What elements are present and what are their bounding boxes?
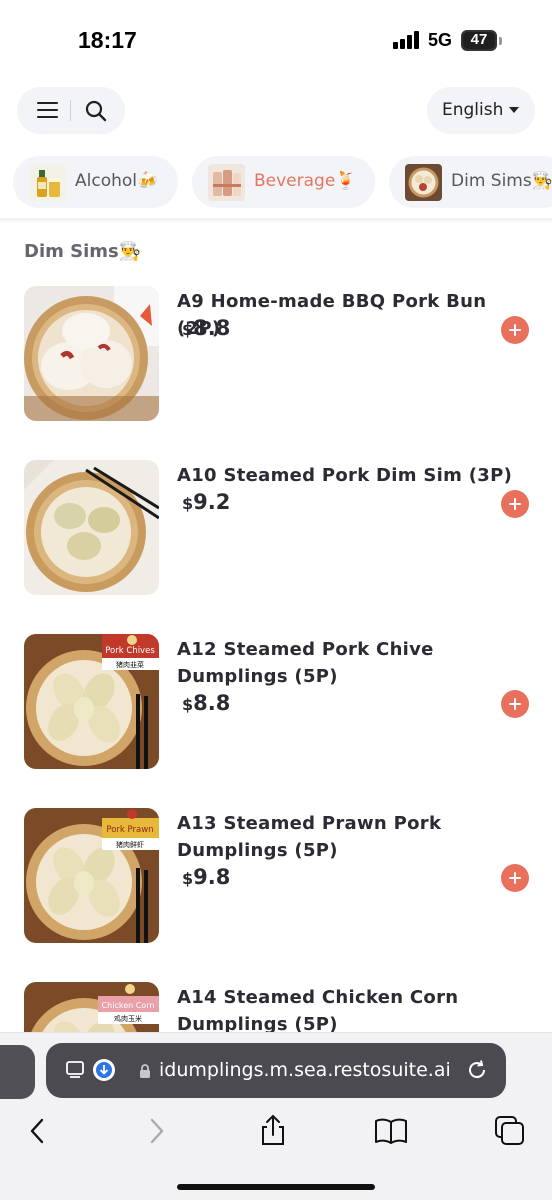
price-value: 9.8 — [193, 865, 231, 889]
photo-sublabel: 鸡肉玉米 — [114, 1014, 142, 1023]
bbq-pork-bun-photo — [24, 286, 159, 421]
menu-item[interactable]: A9 Home-made BBQ Pork Bun (2P) $8.8 — [0, 286, 552, 426]
url-text: idumplings.m.sea.restosuite.ai — [159, 1059, 451, 1081]
prawn-pork-dumplings-photo: Pork Prawn 猪肉鲜虾 — [24, 808, 159, 943]
item-price: $9.2 — [182, 490, 230, 514]
photo-sublabel: 猪肉韭菜 — [116, 660, 144, 669]
previous-tab-peek[interactable] — [0, 1045, 35, 1099]
pill-divider — [70, 100, 71, 121]
beverage-thumbnail — [208, 164, 245, 201]
lock-icon — [140, 1064, 150, 1078]
bookmarks-icon[interactable] — [371, 1111, 411, 1151]
share-icon[interactable] — [253, 1111, 293, 1151]
item-name: A10 Steamed Pork Dim Sim (3P) — [177, 465, 513, 486]
home-indicator — [177, 1184, 375, 1190]
browser-nav-row — [0, 1111, 552, 1151]
battery-icon: 47 — [461, 30, 497, 51]
category-tabs: Alcohol🍻 Beverage🍹 Dim Sims👨‍� — [0, 156, 552, 210]
search-icon[interactable] — [84, 99, 108, 123]
reader-mode-icon[interactable] — [66, 1060, 86, 1080]
tab-alcohol[interactable]: Alcohol🍻 — [13, 156, 178, 208]
battery-cap — [499, 37, 502, 45]
price-value: 9.2 — [193, 490, 231, 514]
alcohol-thumbnail — [29, 164, 66, 201]
item-name: A12 Steamed Pork Chive Dumplings (5P) — [177, 639, 434, 687]
menu-item[interactable]: Pork Prawn 猪肉鲜虾 A13 Steamed Prawn Pork D… — [0, 808, 552, 948]
cellular-signal-icon — [393, 31, 421, 49]
forward-icon[interactable] — [138, 1111, 178, 1151]
tab-beverage[interactable]: Beverage🍹 — [192, 156, 375, 208]
back-icon[interactable] — [20, 1111, 60, 1151]
reload-icon[interactable] — [466, 1059, 488, 1081]
address-bar[interactable]: idumplings.m.sea.restosuite.ai — [46, 1043, 506, 1098]
battery-level: 47 — [470, 31, 488, 48]
tab-label-beverage: Beverage🍹 — [254, 171, 357, 191]
currency-symbol: $ — [182, 320, 194, 339]
tab-label-alcohol: Alcohol🍻 — [75, 171, 159, 191]
currency-symbol: $ — [182, 695, 194, 714]
network-type: 5G — [428, 30, 453, 50]
tab-dim-sims[interactable]: Dim Sims👨‍🍳 — [389, 156, 552, 208]
pork-dim-sim-photo — [24, 460, 159, 595]
item-name: A13 Steamed Prawn Pork Dumplings (5P) — [177, 813, 442, 861]
photo-sublabel: 猪肉鲜虾 — [116, 840, 144, 849]
currency-symbol: $ — [182, 494, 194, 513]
item-name: A14 Steamed Chicken Corn Dumplings (5P) — [177, 987, 459, 1035]
item-price: $9.8 — [182, 865, 230, 889]
header-shadow — [0, 218, 552, 224]
status-bar: 18:17 5G 47 — [0, 0, 552, 80]
section-title: Dim Sims👨‍🍳 — [24, 241, 142, 262]
language-selector[interactable]: English — [427, 87, 535, 134]
caret-down-icon — [509, 107, 519, 113]
add-to-cart-button[interactable] — [501, 316, 529, 344]
status-time: 18:17 — [78, 27, 137, 53]
price-value: 8.8 — [193, 316, 231, 340]
dim-sims-thumbnail — [405, 164, 442, 201]
language-label: English — [442, 100, 504, 120]
tabs-icon[interactable] — [490, 1111, 530, 1151]
menu-search-pill — [17, 87, 125, 134]
currency-symbol: $ — [182, 869, 194, 888]
browser-toolbar: idumplings.m.sea.restosuite.ai — [0, 1032, 552, 1200]
add-to-cart-button[interactable] — [501, 690, 529, 718]
price-value: 8.8 — [193, 691, 231, 715]
add-to-cart-button[interactable] — [501, 490, 529, 518]
photo-label: Chicken Corn — [102, 1001, 155, 1010]
item-price: $8.8 — [182, 316, 230, 340]
add-to-cart-button[interactable] — [501, 864, 529, 892]
photo-label: Pork Prawn — [106, 825, 153, 835]
menu-item[interactable]: A10 Steamed Pork Dim Sim (3P) $9.2 — [0, 460, 552, 600]
tab-label-dim-sims: Dim Sims👨‍🍳 — [451, 171, 552, 191]
pork-chive-dumplings-photo: Pork Chives 猪肉韭菜 — [24, 634, 159, 769]
photo-label: Pork Chives — [105, 646, 155, 656]
item-price: $8.8 — [182, 691, 230, 715]
menu-item[interactable]: Pork Chives 猪肉韭菜 A12 Steamed Pork Chive … — [0, 634, 552, 774]
download-icon[interactable] — [93, 1059, 115, 1081]
hamburger-menu-icon[interactable] — [37, 102, 58, 119]
